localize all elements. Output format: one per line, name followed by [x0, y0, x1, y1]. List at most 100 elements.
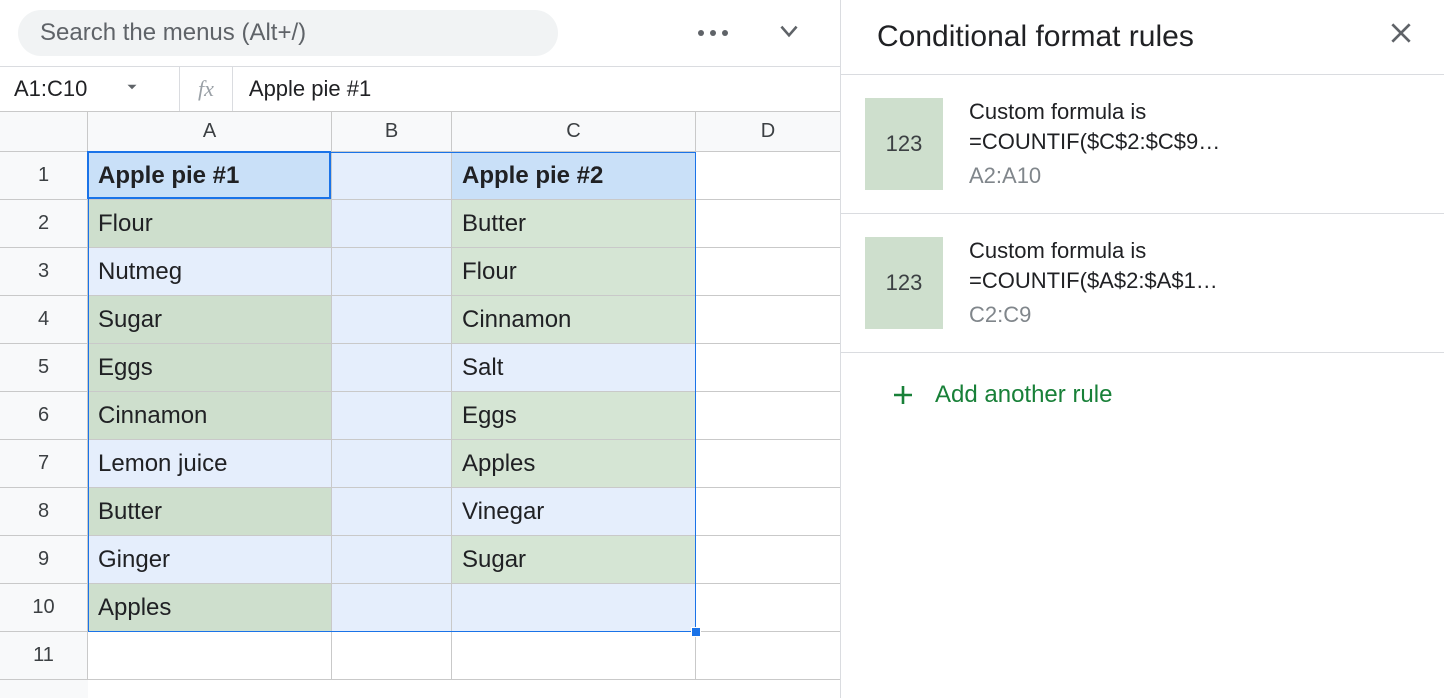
cell-C3[interactable]: Flour [452, 248, 696, 296]
cell-A11[interactable] [88, 632, 332, 680]
formula-content[interactable]: Apple pie #1 [233, 76, 387, 102]
cell-B3[interactable] [332, 248, 452, 296]
col-header-C[interactable]: C [452, 112, 696, 151]
col-header-D[interactable]: D [696, 112, 840, 151]
add-rule-button[interactable]: Add another rule [841, 353, 1444, 433]
cell-A3[interactable]: Nutmeg [88, 248, 332, 296]
cell-C9[interactable]: Sugar [452, 536, 696, 584]
cell-B10[interactable] [332, 584, 452, 632]
cell-A5[interactable]: Eggs [88, 344, 332, 392]
formula-bar: A1:C10 fx Apple pie #1 [0, 66, 840, 112]
row-header[interactable]: 2 [0, 200, 88, 248]
cell-A9[interactable]: Ginger [88, 536, 332, 584]
grid-area: 1234567891011 Apple pie #1Apple pie #2Fl… [0, 152, 840, 698]
cell-C10[interactable] [452, 584, 696, 632]
cell-B7[interactable] [332, 440, 452, 488]
cell-C4[interactable]: Cinnamon [452, 296, 696, 344]
grid-row: Flour Butter [88, 200, 840, 248]
rule-swatch: 123 [865, 98, 943, 190]
row-header[interactable]: 5 [0, 344, 88, 392]
cell-D3[interactable] [696, 248, 840, 296]
row-header[interactable]: 1 [0, 152, 88, 200]
rule-text: Custom formula is=COUNTIF($C$2:$C$9… A2:A… [969, 97, 1220, 191]
row-header[interactable]: 10 [0, 584, 88, 632]
add-rule-label: Add another rule [935, 381, 1112, 409]
cells-area[interactable]: Apple pie #1Apple pie #2FlourButterNutme… [88, 152, 840, 698]
conditional-format-sidebar: Conditional format rules 123 Custom formu… [841, 0, 1444, 698]
name-box[interactable]: A1:C10 [0, 67, 180, 111]
row-header[interactable]: 11 [0, 632, 88, 680]
cell-A6[interactable]: Cinnamon [88, 392, 332, 440]
cell-B2[interactable] [332, 200, 452, 248]
chevron-down-icon[interactable] [776, 18, 802, 49]
format-rule[interactable]: 123 Custom formula is=COUNTIF($C$2:$C$9… A… [841, 75, 1444, 214]
rule-range: C2:C9 [969, 300, 1218, 330]
row-header[interactable]: 7 [0, 440, 88, 488]
cell-D4[interactable] [696, 296, 840, 344]
cell-A1[interactable]: Apple pie #1 [88, 152, 332, 200]
cell-A10[interactable]: Apples [88, 584, 332, 632]
column-header-strip: A B C D [0, 112, 840, 152]
select-all-corner[interactable] [0, 112, 88, 152]
cell-C1[interactable]: Apple pie #2 [452, 152, 696, 200]
grid-row: Sugar Cinnamon [88, 296, 840, 344]
cell-C2[interactable]: Butter [452, 200, 696, 248]
col-header-A[interactable]: A [88, 112, 332, 151]
cell-B5[interactable] [332, 344, 452, 392]
cell-D9[interactable] [696, 536, 840, 584]
row-header[interactable]: 9 [0, 536, 88, 584]
more-icon[interactable] [698, 30, 728, 36]
rule-line1: Custom formula is [969, 236, 1218, 266]
name-box-value: A1:C10 [14, 76, 87, 102]
sidebar-title: Conditional format rules [877, 20, 1194, 54]
rule-range: A2:A10 [969, 161, 1220, 191]
cell-D7[interactable] [696, 440, 840, 488]
cell-A8[interactable]: Butter [88, 488, 332, 536]
format-rule[interactable]: 123Custom formula is=COUNTIF($A$2:$A$1…C… [841, 214, 1444, 353]
cell-B4[interactable] [332, 296, 452, 344]
cell-C7[interactable]: Apples [452, 440, 696, 488]
cell-B1[interactable] [332, 152, 452, 200]
cell-C5[interactable]: Salt [452, 344, 696, 392]
cell-C6[interactable]: Eggs [452, 392, 696, 440]
cell-A2[interactable]: Flour [88, 200, 332, 248]
cell-A7[interactable]: Lemon juice [88, 440, 332, 488]
cell-B9[interactable] [332, 536, 452, 584]
cell-D6[interactable] [696, 392, 840, 440]
rule-swatch: 123 [865, 237, 943, 329]
row-header[interactable]: 6 [0, 392, 88, 440]
cell-D5[interactable] [696, 344, 840, 392]
col-header-B[interactable]: B [332, 112, 452, 151]
fill-handle[interactable] [691, 627, 701, 637]
rules-list: 123Custom formula is=COUNTIF($C$2:$C$9…A… [841, 75, 1444, 353]
rule-text: Custom formula is=COUNTIF($A$2:$A$1… C2:C… [969, 236, 1218, 330]
grid-row: Butter Vinegar [88, 488, 840, 536]
cell-D2[interactable] [696, 200, 840, 248]
cell-D10[interactable] [696, 584, 840, 632]
cell-C11[interactable] [452, 632, 696, 680]
cell-D11[interactable] [696, 632, 840, 680]
rule-line1: Custom formula is [969, 97, 1220, 127]
main-area: Search the menus (Alt+/) A1:C10 fx Apple… [0, 0, 841, 698]
dropdown-icon[interactable] [123, 76, 141, 102]
cell-A4[interactable]: Sugar [88, 296, 332, 344]
menu-search[interactable]: Search the menus (Alt+/) [18, 10, 558, 56]
grid-row [88, 632, 840, 680]
cell-B8[interactable] [332, 488, 452, 536]
row-header[interactable]: 4 [0, 296, 88, 344]
rule-line2: =COUNTIF($C$2:$C$9… [969, 127, 1220, 157]
cell-B6[interactable] [332, 392, 452, 440]
close-icon[interactable] [1388, 20, 1414, 54]
cell-D1[interactable] [696, 152, 840, 200]
search-placeholder: Search the menus (Alt+/) [40, 19, 306, 47]
grid-row: Ginger Sugar [88, 536, 840, 584]
row-header[interactable]: 8 [0, 488, 88, 536]
grid-row: Lemon juice Apples [88, 440, 840, 488]
cell-B11[interactable] [332, 632, 452, 680]
sidebar-header: Conditional format rules [841, 0, 1444, 75]
cell-D8[interactable] [696, 488, 840, 536]
cell-C8[interactable]: Vinegar [452, 488, 696, 536]
row-header[interactable]: 3 [0, 248, 88, 296]
rule-line2: =COUNTIF($A$2:$A$1… [969, 266, 1218, 296]
toolbar: Search the menus (Alt+/) [0, 0, 840, 66]
